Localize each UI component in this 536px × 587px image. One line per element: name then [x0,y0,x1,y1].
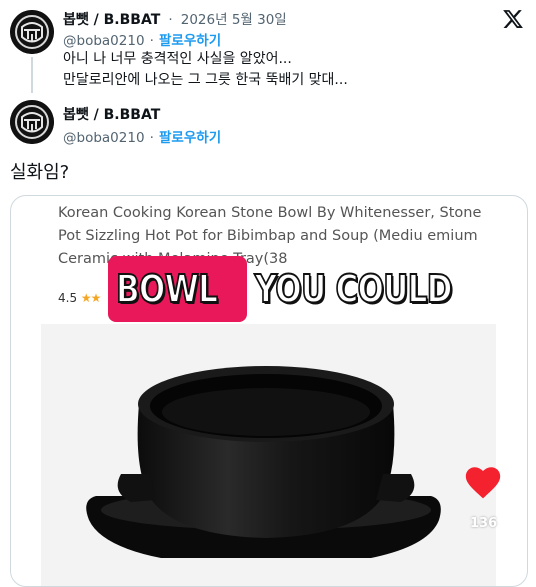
tweet1-header: 봅뺏 / B.BBAT · 2026년 5월 30일 [63,8,287,29]
follow-button[interactable]: 팔로우하기 [159,130,221,146]
avatar[interactable] [10,10,54,54]
product-rating: 4.5 ★★ [58,291,101,305]
media-video[interactable]: Korean Cooking Korean Stone Bowl By Whit… [10,195,528,587]
x-logo-icon[interactable] [502,8,524,30]
tweet1-handle-row: @boba0210 · 팔로우하기 [63,29,221,49]
tweet2-header: 봅뺏 / B.BBAT [63,104,160,124]
separator-dot: · [149,33,154,49]
stone-bowl-image [86,366,441,558]
caption-highlight-box: BOWL [108,256,248,322]
like-count: 136 [470,516,498,531]
tweet1-text-line1: 아니 나 너무 충격적인 사실을 알았어... [63,51,292,67]
display-name[interactable]: 봅뺏 / B.BBAT [63,107,160,123]
caption-text: YOU COULD [254,266,454,312]
tweet-date[interactable]: 2026년 5월 30일 [181,12,287,28]
avatar-mask-icon [10,10,54,54]
separator-dot: · [168,12,173,28]
display-name[interactable]: 봅뺏 / B.BBAT [63,12,160,28]
video-caption: BOWL YOU COULD [108,256,496,322]
heart-icon[interactable] [463,464,503,500]
rating-value: 4.5 [58,291,78,305]
separator-dot: · [149,130,154,146]
handle[interactable]: @boba0210 [63,33,145,49]
tweet2-text: 실화임? [10,162,70,183]
rating-stars: ★★ [80,291,101,305]
product-photo [41,324,496,586]
tweet1-text-line2: 만달로리안에 나오는 그 그릇 한국 뚝배기 맞대... [63,72,348,88]
handle[interactable]: @boba0210 [63,130,145,146]
follow-button[interactable]: 팔로우하기 [159,33,221,49]
thread-connector [31,57,33,93]
avatar-mask-icon [10,100,54,144]
tweet2-handle-row: @boba0210 · 팔로우하기 [63,126,221,146]
caption-highlight: BOWL [115,266,219,312]
avatar[interactable] [10,100,54,144]
